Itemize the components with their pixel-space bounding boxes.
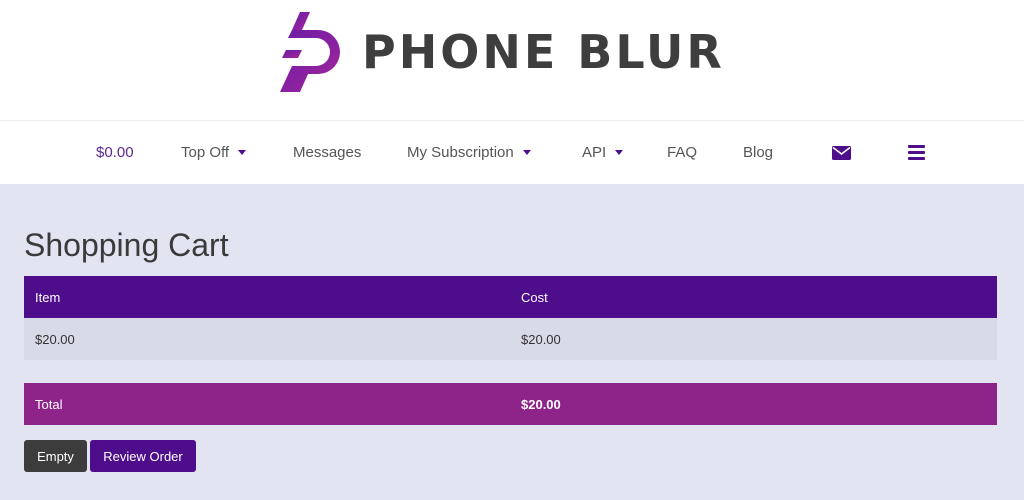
phone-blur-logo-icon [280, 12, 340, 92]
api-label: API [582, 144, 607, 161]
cart-table-header: Item Cost [24, 276, 997, 318]
total-value: $20.00 [521, 396, 561, 412]
envelope-icon [832, 145, 851, 160]
caret-down-icon [615, 150, 624, 155]
cart-item-cell: $20.00 [35, 331, 75, 347]
nav-balance[interactable]: $0.00 [96, 121, 134, 184]
table-row: $20.00 $20.00 [24, 318, 997, 360]
cart-total-row: Total $20.00 [24, 383, 997, 425]
nav-api[interactable]: API [582, 121, 624, 184]
nav-messages[interactable]: Messages [293, 121, 361, 184]
cart-cost-cell: $20.00 [521, 331, 561, 347]
nav-menu-button[interactable] [908, 121, 925, 184]
nav-blog[interactable]: Blog [743, 121, 773, 184]
hamburger-menu-icon [908, 145, 925, 160]
top-off-label: Top Off [181, 144, 230, 161]
subscription-label: My Subscription [407, 144, 514, 161]
brand-name: PHONE BLUR [362, 25, 725, 79]
nav-faq[interactable]: FAQ [667, 121, 697, 184]
caret-down-icon [238, 150, 247, 155]
site-header: PHONE BLUR [0, 0, 1024, 121]
faq-label: FAQ [667, 144, 698, 161]
nav-top-off[interactable]: Top Off [181, 121, 247, 184]
empty-cart-button[interactable]: Empty [24, 440, 87, 472]
nav-messages-icon-button[interactable] [832, 121, 851, 184]
messages-label: Messages [293, 144, 362, 161]
column-header-cost: Cost [521, 289, 548, 305]
nav-my-subscription[interactable]: My Subscription [407, 121, 531, 184]
main-navbar: $0.00 Top Off Messages My Subscription A… [0, 121, 1024, 184]
balance-label: $0.00 [96, 144, 134, 161]
blog-label: Blog [743, 144, 774, 161]
total-label: Total [35, 396, 63, 412]
caret-down-icon [522, 150, 531, 155]
brand-logo[interactable]: PHONE BLUR [278, 10, 725, 94]
column-header-item: Item [35, 289, 61, 305]
page-title: Shopping Cart [24, 227, 229, 263]
review-order-button[interactable]: Review Order [90, 440, 196, 472]
